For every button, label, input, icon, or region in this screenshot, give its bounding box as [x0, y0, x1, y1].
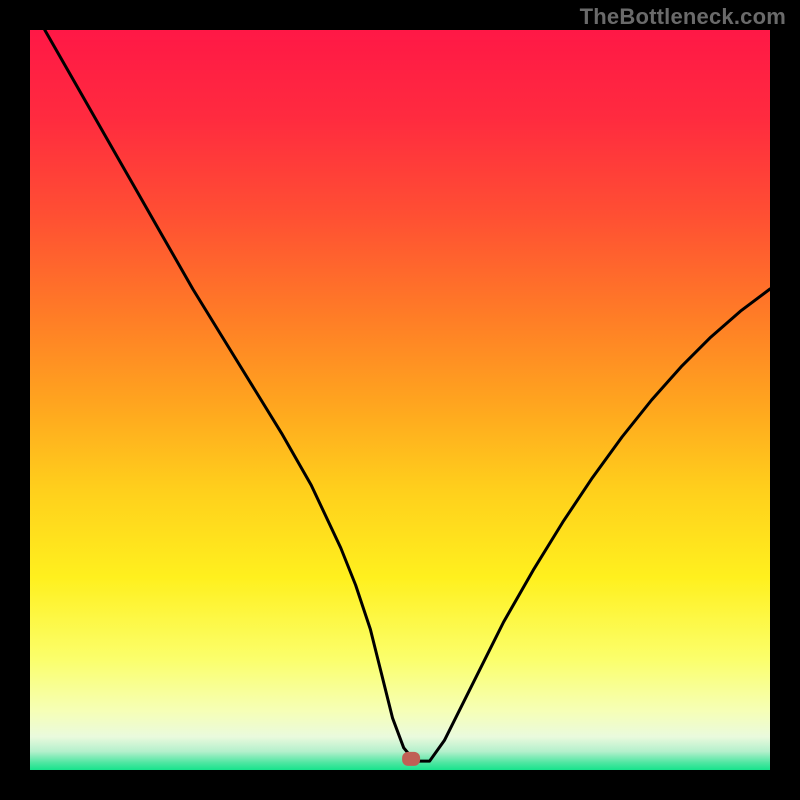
bottleneck-chart [0, 0, 800, 800]
watermark-text: TheBottleneck.com [580, 4, 786, 30]
chart-frame: TheBottleneck.com [0, 0, 800, 800]
plot-background [30, 30, 770, 770]
optimum-marker [402, 752, 420, 766]
